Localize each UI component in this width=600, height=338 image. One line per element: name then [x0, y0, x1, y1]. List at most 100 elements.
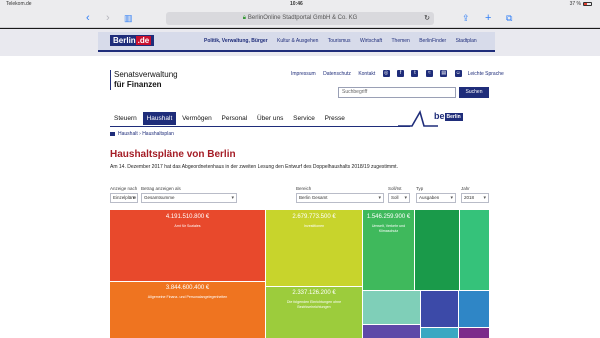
address-bar[interactable]: 🔒︎ BerlinOnline Stadtportal GmbH & Co. KG… [166, 12, 434, 25]
portal-nav-item[interactable]: Politik, Verwaltung, Bürger [204, 38, 268, 44]
nav-divider [110, 126, 410, 127]
treemap-tile[interactable]: 2.679.773.500 € Investitionen [266, 210, 362, 286]
breadcrumb-haushalt[interactable]: Haushalt [118, 131, 138, 137]
treemap-tile[interactable]: 1.546.259.900 € Umwelt, Verkehr und Klim… [363, 210, 414, 290]
nav-item-steuern[interactable]: Steuern [110, 112, 141, 125]
be-logo-text: be [434, 111, 445, 121]
impressum-link[interactable]: Impressum [291, 71, 316, 77]
portal-nav: Politik, Verwaltung, Bürger Kultur & Aus… [204, 38, 485, 44]
search-input[interactable]: Suchbegriff [338, 87, 456, 98]
filter-label: Betrag anzeigen als [141, 186, 181, 191]
typ-select[interactable]: Ausgaben [416, 193, 456, 203]
treemap-tile[interactable] [363, 291, 420, 324]
org-title[interactable]: Senatsverwaltung für Finanzen [110, 70, 178, 90]
tile-amount: 2.337.126.200 € [292, 290, 336, 296]
status-bar: Telekom.de 10:46 37 % [0, 0, 600, 9]
portal-nav-item[interactable]: Kultur & Ausgehen [277, 38, 318, 44]
nav-item-service[interactable]: Service [289, 112, 319, 125]
print-icon[interactable]: ▤ [440, 70, 448, 77]
tile-name: Investitionen [303, 224, 325, 228]
filter-label: Anzeige nach [110, 186, 138, 191]
rss-icon[interactable]: ≈ [425, 70, 433, 77]
nav-item-vermoegen[interactable]: Vermögen [178, 112, 216, 125]
treemap-tile[interactable]: 2.337.126.200 € Die folgenden Einrichtun… [266, 287, 362, 338]
chevron-left-icon[interactable]: ‹ [86, 11, 90, 25]
filter-bar: Anzeige nach Einzelpläne Betrag anzeigen… [110, 186, 490, 204]
reload-icon[interactable]: ↻ [424, 12, 430, 25]
tile-name: Amt für Soziales [174, 224, 201, 228]
anzeige-nach-select[interactable]: Einzelpläne [110, 193, 138, 203]
tile-amount: 4.191.510.800 € [165, 214, 210, 220]
filter-jahr: Jahr 2018 [461, 186, 489, 203]
be-berlin-logo[interactable]: be Berlin [434, 111, 463, 121]
portal-bar: Berlin .de Politik, Verwaltung, Bürger Ku… [0, 29, 600, 56]
jahr-select[interactable]: 2018 [461, 193, 489, 203]
soll-ist-select[interactable]: Soll [388, 193, 410, 203]
breadcrumb-separator: › [139, 131, 141, 137]
plus-icon[interactable]: + [485, 11, 491, 25]
datenschutz-link[interactable]: Datenschutz [323, 71, 351, 77]
bereich-select[interactable]: Berlin Gesamt [296, 193, 384, 203]
facebook-icon[interactable]: f [397, 70, 405, 77]
search-button[interactable]: Suchen [459, 87, 489, 98]
main-nav: Steuern Haushalt Vermögen Personal Über … [110, 112, 349, 126]
tile-amount: 1.546.259.900 € [366, 214, 411, 220]
portal-nav-item[interactable]: Tourismus [328, 38, 351, 44]
book-icon[interactable]: ▥ [124, 11, 133, 25]
filter-label: Soll/Ist [388, 186, 402, 191]
betrag-select[interactable]: Gesamtsumme [141, 193, 237, 203]
nav-item-presse[interactable]: Presse [321, 112, 349, 125]
share-icon[interactable]: ⇪ [462, 11, 470, 25]
twitter-icon[interactable]: t [411, 70, 419, 77]
nav-item-ueber-uns[interactable]: Über uns [253, 112, 287, 125]
treemap-tile[interactable] [415, 210, 459, 290]
tile-name: Allgemeine Finanz- und Personalangelegen… [147, 295, 228, 299]
treemap-tile[interactable] [421, 291, 458, 327]
filter-typ: Typ Ausgaben [416, 186, 456, 203]
treemap-tile[interactable] [421, 328, 458, 338]
url-text: BerlinOnline Stadtportal GmbH & Co. KG [247, 15, 358, 21]
filter-label: Jahr [461, 186, 470, 191]
nav-item-haushalt[interactable]: Haushalt [142, 112, 177, 125]
treemap-tile[interactable]: 4.191.510.800 € Amt für Soziales [110, 210, 265, 281]
breadcrumb: Haushalt › Haushaltsplan [110, 131, 174, 137]
battery-percent: 37 % [569, 1, 581, 7]
filter-anzeige-nach: Anzeige nach Einzelpläne [110, 186, 138, 203]
treemap-tile[interactable] [459, 291, 489, 327]
lock-icon: 🔒︎ [242, 15, 246, 21]
tile-amount: 3.844.600.400 € [165, 285, 210, 291]
treemap-tile[interactable] [459, 328, 489, 338]
instagram-icon[interactable]: ◎ [382, 70, 390, 77]
berlin-de-logo[interactable]: Berlin .de [110, 35, 155, 46]
portal-nav-item[interactable]: Themen [391, 38, 409, 44]
battery-icon [583, 1, 592, 6]
treemap-tile[interactable] [460, 210, 489, 290]
service-links: Impressum Datenschutz Kontakt ◎ f t ≈ ▤ … [291, 70, 510, 77]
nav-zigzag [398, 109, 438, 127]
tile-amount: 2.679.773.500 € [292, 214, 336, 220]
org-title-line1: Senatsverwaltung [114, 70, 178, 79]
intro-text: Am 14. Dezember 2017 hat das Abgeordnete… [110, 164, 398, 170]
browser-toolbar: ‹ › ▥ 🔒︎ BerlinOnline Stadtportal GmbH & … [0, 9, 600, 28]
org-title-line2: für Finanzen [114, 80, 162, 89]
treemap-tile[interactable]: 3.844.600.400 € Allgemeine Finanz- und P… [110, 282, 265, 338]
easy-language-icon[interactable]: ☺ [454, 70, 462, 77]
portal-nav-item[interactable]: Wirtschaft [360, 38, 382, 44]
treemap-tile[interactable] [363, 325, 420, 338]
carrier-label: Telekom.de [6, 1, 32, 7]
web-page: Berlin .de Politik, Verwaltung, Bürger Ku… [0, 29, 600, 338]
breadcrumb-haushaltsplan[interactable]: Haushaltsplan [142, 131, 174, 137]
battery-indicator: 37 % [570, 1, 592, 7]
portal-nav-item[interactable]: Stadtplan [456, 38, 477, 44]
filter-bereich: Bereich Berlin Gesamt [296, 186, 384, 203]
easy-language-link[interactable]: Leichte Sprache [468, 71, 504, 77]
kontakt-link[interactable]: Kontakt [358, 71, 375, 77]
nav-item-personal[interactable]: Personal [218, 112, 252, 125]
filter-betrag: Betrag anzeigen als Gesamtsumme [141, 186, 237, 203]
home-icon[interactable] [110, 131, 115, 136]
tile-name: Die folgenden Einrichtungen ohne Bezirks… [286, 300, 342, 309]
portal-nav-item[interactable]: BerlinFinder [419, 38, 446, 44]
tile-name: Umwelt, Verkehr und Klimaschutz [371, 224, 406, 233]
chevron-right-icon[interactable]: › [106, 11, 110, 25]
tabs-icon[interactable]: ⧉ [506, 11, 512, 25]
